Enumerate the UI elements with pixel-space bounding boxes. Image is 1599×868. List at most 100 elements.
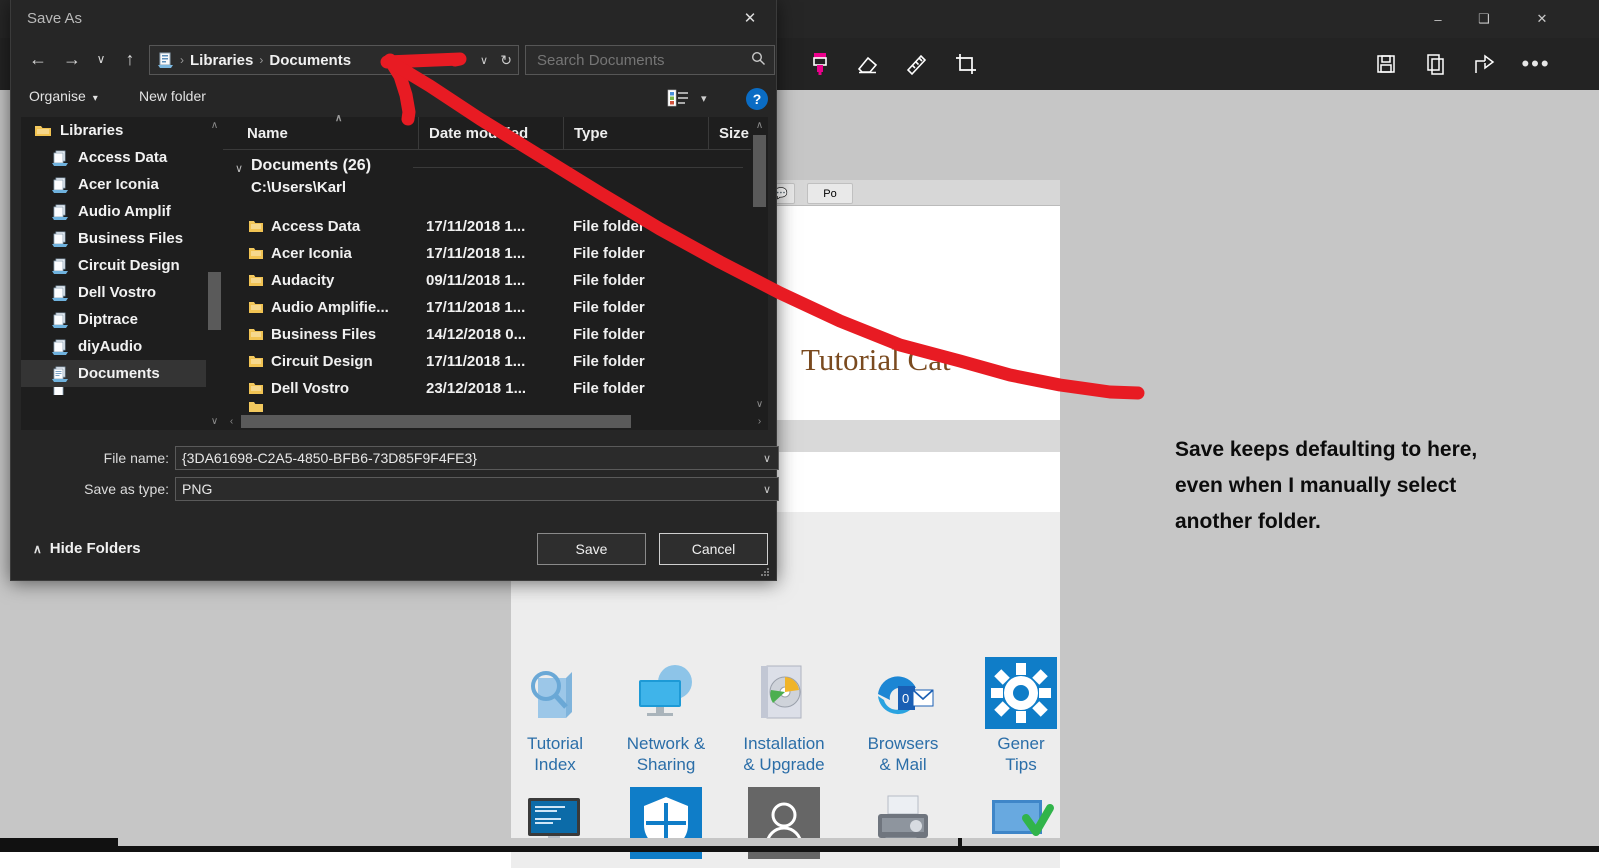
file-name: Audacity [271,271,335,289]
crop-icon[interactable] [948,46,984,82]
tree-item-access-data[interactable]: Access Data [21,144,206,171]
file-date: 09/11/2018 1... [426,271,526,289]
tree-item-label: Diptrace [78,311,139,328]
resize-grip[interactable] [760,564,770,576]
tile-installation-upgrade[interactable]: Installation & Upgrade [732,657,836,775]
tile-label: Gener Tips [997,734,1045,774]
scroll-down-icon[interactable]: ∨ [751,396,768,413]
search-box[interactable] [525,45,775,75]
library-icon [51,284,71,302]
tree-item-business-files[interactable]: Business Files [21,225,206,252]
ruler-icon[interactable] [898,46,934,82]
more-options-button[interactable]: ••• [1518,46,1554,82]
table-row[interactable]: Circuit Design 17/11/2018 1... File fold… [223,348,751,374]
breadcrumb-separator: › [180,53,184,67]
address-bar[interactable]: › Libraries › Documents ∨ ↻ [149,45,519,75]
table-row[interactable]: Acer Iconia 17/11/2018 1... File folder [223,240,751,266]
change-view-icon[interactable] [667,87,691,109]
back-button[interactable]: ← [23,44,53,74]
save-icon[interactable] [1368,46,1404,82]
table-row[interactable]: Business Files 14/12/2018 0... File fold… [223,321,751,347]
scrollbar-thumb[interactable] [208,272,221,330]
tree-item-documents[interactable]: Documents [21,360,206,387]
file-list-horizontal-scrollbar[interactable]: ‹ › [223,413,768,430]
dialog-close-button[interactable]: ✕ [728,0,772,36]
tile-tutorial-index[interactable]: Tutorial Index [511,657,607,775]
breadcrumb-libraries[interactable]: Libraries [190,52,253,69]
window-bottom-strip [0,838,1599,852]
magnifier-book-icon [517,657,593,729]
address-dropdown-chevron-icon[interactable]: ∨ [480,54,488,67]
new-folder-button[interactable]: New folder [139,88,206,104]
library-icon [51,149,71,167]
column-header-type[interactable]: Type [563,117,708,149]
tree-item-acer-iconia[interactable]: Acer Iconia [21,171,206,198]
tree-item-libraries[interactable]: Libraries [21,117,206,144]
annotation-text: Save keeps defaulting to here, even when… [1175,438,1478,533]
tree-item-partial[interactable] [21,387,206,395]
help-button[interactable]: ? [746,88,768,110]
library-icon [51,311,71,329]
file-date: 17/11/2018 1... [426,244,526,262]
tree-item-label: Dell Vostro [78,284,157,301]
scroll-up-icon[interactable]: ∧ [751,117,768,134]
search-input[interactable] [535,50,739,70]
up-one-level-button[interactable]: ↑ [115,44,145,74]
view-options-chevron-icon[interactable]: ▾ [701,92,707,105]
tree-item-diptrace[interactable]: Diptrace [21,306,206,333]
scroll-left-icon[interactable]: ‹ [223,413,240,430]
group-collapse-chevron-icon[interactable]: ∨ [235,162,243,175]
forward-button[interactable]: → [57,44,87,74]
eraser-icon[interactable] [850,46,886,82]
tile-general-tips[interactable]: Gener Tips [969,657,1060,775]
scroll-down-icon[interactable]: ∨ [206,413,223,430]
file-name-value[interactable]: {3DA61698-C2A5-4850-BFB6-73D85F9F4FE3} [182,450,742,466]
file-type: File folder [573,352,645,370]
chevron-down-icon[interactable]: ∨ [763,452,771,465]
column-header-date-modified[interactable]: Date modified [418,117,563,149]
file-type: File folder [573,244,645,262]
highlighter-icon[interactable] [802,46,838,82]
share-icon[interactable] [1466,46,1502,82]
refresh-icon[interactable]: ↻ [500,52,512,69]
tile-network-sharing[interactable]: Network & Sharing [614,657,718,775]
organise-button[interactable]: Organise ▾ [29,88,98,104]
file-list-vertical-scrollbar[interactable]: ∧ ∨ [751,117,768,413]
navigation-tree-scrollbar[interactable]: ∧ ∨ [206,117,223,430]
table-row[interactable]: Audacity 09/11/2018 1... File folder [223,267,751,293]
tree-item-circuit-design[interactable]: Circuit Design [21,252,206,279]
dialog-body: Libraries Access Data Acer Iconia Audio … [21,113,768,430]
table-row[interactable]: Audio Amplifie... 17/11/2018 1... File f… [223,294,751,320]
tree-item-audio-amplif[interactable]: Audio Amplif [21,198,206,225]
window-close-button[interactable]: ✕ [1519,0,1565,38]
cancel-button[interactable]: Cancel [659,533,768,565]
save-button[interactable]: Save [537,533,646,565]
hide-folders-toggle[interactable]: ∧ Hide Folders [33,540,141,557]
tile-label: Tutorial Index [526,734,584,774]
save-as-type-value[interactable]: PNG [182,481,742,497]
window-minimize-button[interactable]: – [1415,0,1461,38]
chevron-down-icon[interactable]: ∨ [763,483,771,496]
scrollbar-thumb[interactable] [241,415,631,428]
column-header-name[interactable]: Name ∧ [233,113,418,149]
tile-label: Installation & Upgrade [743,734,825,774]
tree-item-diyaudio[interactable]: diyAudio [21,333,206,360]
tree-item-dell-vostro[interactable]: Dell Vostro [21,279,206,306]
group-title: Documents (26) [251,157,372,174]
scrollbar-thumb[interactable] [753,135,766,207]
tile-browsers-mail[interactable]: 0 Browsers & Mail [851,657,955,775]
save-as-type-select[interactable]: PNG ∨ [175,477,779,501]
library-icon [51,230,71,248]
scroll-right-icon[interactable]: › [751,413,768,430]
file-name: Dell Vostro [271,379,350,397]
table-row[interactable]: Access Data 17/11/2018 1... File folder [223,213,751,239]
copy-icon[interactable] [1418,46,1454,82]
file-name-field[interactable]: {3DA61698-C2A5-4850-BFB6-73D85F9F4FE3} ∨ [175,446,779,470]
recent-locations-button[interactable]: ∨ [91,44,111,74]
table-row[interactable]: Dell Vostro 23/12/2018 1... File folder [223,375,751,401]
scroll-up-icon[interactable]: ∧ [206,117,223,134]
window-maximize-button[interactable]: ❑ [1461,0,1507,38]
search-icon[interactable] [751,51,766,69]
breadcrumb-documents[interactable]: Documents [269,52,351,69]
table-row[interactable] [223,402,751,412]
